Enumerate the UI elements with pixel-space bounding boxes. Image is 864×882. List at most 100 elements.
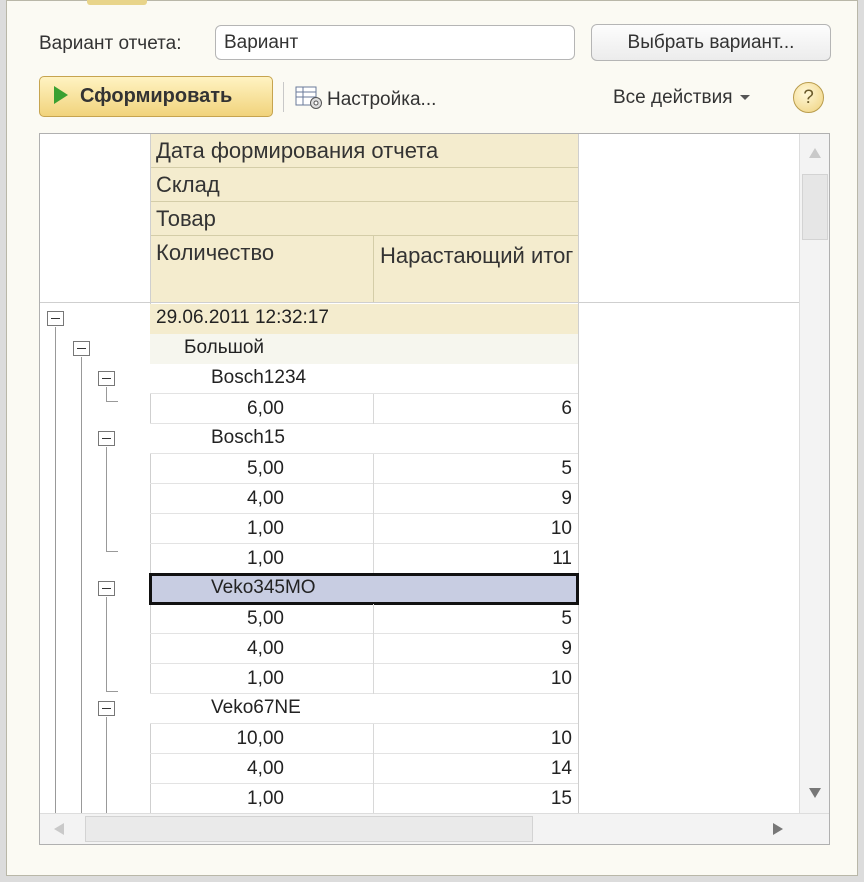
cell-divider [373,484,374,514]
grid-line [40,302,800,303]
quantity-cell: 1,00 [247,518,284,539]
all-actions-menu[interactable]: Все действия [613,87,751,109]
warehouse-label: Большой [184,337,265,358]
product-label: Bosch15 [211,427,285,448]
horizontal-scroll-thumb[interactable] [85,816,533,842]
cell-divider [373,544,374,574]
date-label: 29.06.2011 12:32:17 [156,307,329,328]
detail-row[interactable]: 1,00 10 [150,514,578,544]
product-label: Veko345MO [211,577,316,598]
cell-divider [373,454,374,484]
warehouse-group-row[interactable]: Большой [150,334,578,364]
cell-divider [373,634,374,664]
quantity-cell: 10,00 [236,728,284,749]
running-total-cell: 5 [561,608,572,629]
collapse-toggle-icon[interactable] [73,341,90,356]
collapse-toggle-icon[interactable] [98,371,115,386]
quantity-cell: 1,00 [247,788,284,809]
scroll-up-icon[interactable] [809,148,821,158]
running-total-cell: 11 [552,548,572,569]
quantity-cell: 1,00 [247,668,284,689]
quantity-cell: 1,00 [247,548,284,569]
grid-line [578,134,579,814]
help-button[interactable]: ? [793,82,824,113]
running-total-cell: 6 [561,398,572,419]
cell-divider [373,514,374,544]
tree-connector-line [106,597,107,691]
settings-button[interactable]: Настройка... [295,85,436,111]
quantity-cell: 5,00 [247,608,284,629]
window-title-fragment [87,0,147,5]
product-group-row[interactable]: Bosch15 [150,424,578,454]
variant-input[interactable]: Вариант [215,25,575,60]
quantity-cell: 5,00 [247,458,284,479]
tree-connector-line [106,691,118,692]
chevron-down-icon [740,95,751,100]
cell-divider [373,784,374,814]
report-spreadsheet[interactable]: Дата формирования отчета Склад Товар Кол… [39,133,830,845]
play-icon [54,86,68,104]
tree-connector-line [106,401,118,402]
running-total-cell: 10 [550,668,572,689]
header-running-total: Нарастающий итог [374,236,578,302]
vertical-scrollbar[interactable] [799,134,829,814]
tree-connector-line [81,357,82,814]
detail-row[interactable]: 6,00 6 [150,394,578,424]
running-total-cell: 15 [550,788,572,809]
quantity-cell: 4,00 [247,488,284,509]
collapse-toggle-icon[interactable] [47,311,64,326]
product-group-row[interactable]: Bosch1234 [150,364,578,394]
scroll-right-icon[interactable] [773,823,783,835]
pick-variant-button[interactable]: Выбрать вариант... [591,24,831,61]
detail-row[interactable]: 4,00 9 [150,634,578,664]
tree-connector-line [106,387,107,401]
header-product: Товар [150,202,578,236]
settings-button-label: Настройка... [327,89,437,110]
scroll-left-icon[interactable] [54,823,64,835]
cell-divider [373,664,374,694]
collapse-toggle-icon[interactable] [98,431,115,446]
quantity-cell: 4,00 [247,638,284,659]
date-group-row[interactable]: 29.06.2011 12:32:17 [150,304,578,334]
collapse-toggle-icon[interactable] [98,701,115,716]
product-group-row[interactable]: Veko67NE [150,694,578,724]
detail-row[interactable]: 10,00 10 [150,724,578,754]
cell-divider [373,754,374,784]
product-label: Veko67NE [211,697,301,718]
horizontal-scrollbar[interactable] [40,813,829,844]
toolbar-separator [283,82,284,112]
running-total-cell: 9 [561,488,572,509]
running-total-cell: 5 [561,458,572,479]
generate-button[interactable]: Сформировать [39,76,273,117]
scroll-down-icon[interactable] [809,788,821,798]
detail-row[interactable]: 1,00 15 [150,784,578,814]
running-total-cell: 9 [561,638,572,659]
variant-label: Вариант отчета: [39,33,182,54]
all-actions-label: Все действия [613,87,733,108]
running-total-cell: 10 [550,518,572,539]
quantity-cell: 6,00 [247,398,284,419]
running-total-cell: 14 [550,758,572,779]
cell-divider [373,394,374,424]
settings-grid-icon [295,86,322,109]
detail-row[interactable]: 4,00 14 [150,754,578,784]
vertical-scroll-thumb[interactable] [802,174,828,240]
generate-button-label: Сформировать [80,85,233,107]
cell-divider [373,724,374,754]
header-quantity: Количество [150,236,374,302]
header-warehouse: Склад [150,168,578,202]
detail-row[interactable]: 1,00 11 [150,544,578,574]
product-label: Bosch1234 [211,367,307,388]
quantity-cell: 4,00 [247,758,284,779]
tree-connector-line [106,551,118,552]
detail-row[interactable]: 4,00 9 [150,484,578,514]
tree-connector-line [106,717,107,814]
product-group-row[interactable]: Veko345MO [149,573,579,605]
detail-row[interactable]: 1,00 10 [150,664,578,694]
collapse-toggle-icon[interactable] [98,581,115,596]
report-window: Вариант отчета: Вариант Выбрать вариант.… [6,0,858,876]
tree-connector-line [55,327,56,814]
detail-row[interactable]: 5,00 5 [150,454,578,484]
header-date: Дата формирования отчета [150,134,578,168]
detail-row[interactable]: 5,00 5 [150,604,578,634]
